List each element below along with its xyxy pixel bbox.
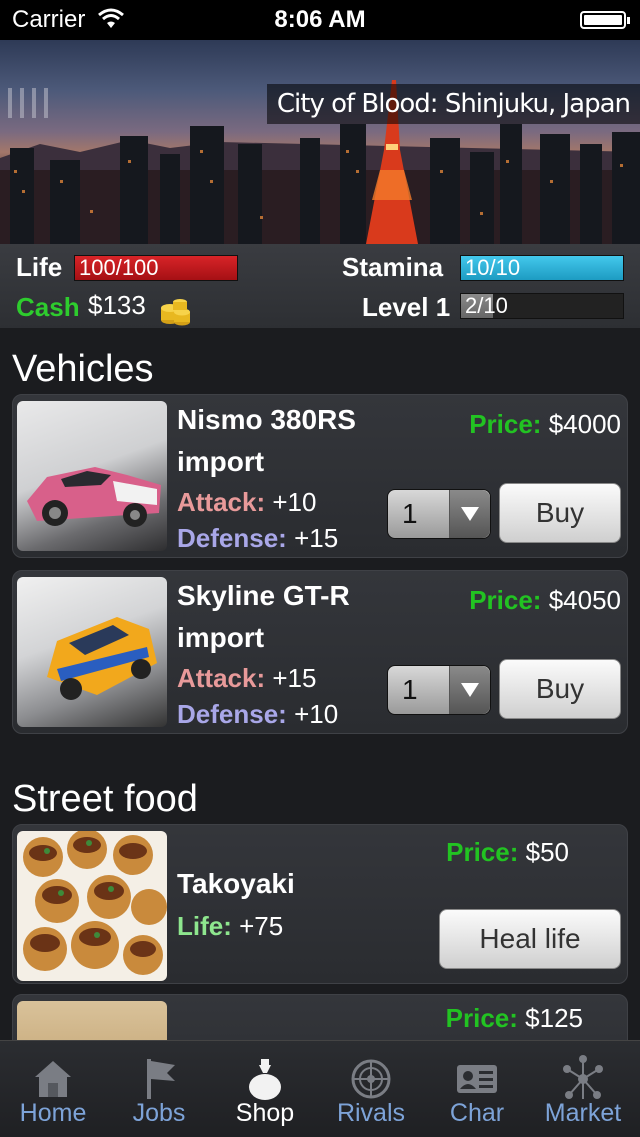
heal-life-button[interactable]: Heal life: [439, 909, 621, 969]
shop-item-card: Skyline GT-R import Attack: +15 Defense:…: [12, 570, 628, 734]
coins-icon: [161, 299, 190, 326]
money-bag-icon: [249, 1059, 281, 1100]
food-image: [17, 1001, 167, 1040]
stamina-value: 10/10: [465, 255, 521, 280]
price-label: Price: $4050: [469, 585, 621, 615]
section-title-street-food: Street food: [12, 778, 198, 820]
attack-stat: Attack: +15: [177, 663, 317, 693]
item-name: Takoyaki: [177, 868, 295, 899]
city-title: City of Blood: Shinjuku, Japan: [266, 84, 640, 124]
tab-home-label: Home: [19, 1099, 87, 1127]
buy-button[interactable]: Buy: [499, 483, 621, 543]
cash-value: $133: [88, 290, 146, 320]
tab-shop[interactable]: Shop: [212, 1041, 318, 1137]
flag-icon: [147, 1059, 175, 1099]
life-label: Life: [16, 252, 63, 282]
buy-button[interactable]: Buy: [499, 659, 621, 719]
network-icon: [563, 1055, 603, 1099]
clock: 8:06 AM: [274, 6, 366, 33]
tab-rivals-label: Rivals: [336, 1099, 406, 1127]
battery-icon: [580, 11, 630, 29]
skyline-car-image: [17, 577, 167, 727]
nismo-car-image: [17, 401, 167, 551]
life-bar: 100/100: [74, 255, 238, 281]
life-stat: Life: +75: [177, 911, 284, 941]
shop-item-card: Nismo 380RS import Attack: +10 Defense: …: [12, 394, 628, 558]
item-name: Skyline GT-R import: [177, 580, 350, 653]
quantity-select[interactable]: 1: [387, 489, 491, 539]
attack-stat: Attack: +10: [177, 487, 317, 517]
defense-stat: Defense: +10: [177, 699, 339, 729]
quantity-select[interactable]: 1: [387, 665, 491, 715]
tab-shop-label: Shop: [235, 1099, 295, 1127]
item-name: Nismo 380RS import: [177, 404, 356, 477]
city-banner: City of Blood: Shinjuku, Japan: [0, 40, 640, 244]
shop-item-card: Price: $125: [12, 994, 628, 1040]
tab-jobs-label: Jobs: [132, 1099, 186, 1127]
tab-bar: Home Jobs Shop Rivals Char Market: [0, 1040, 640, 1137]
price-label: Price: $4000: [469, 409, 621, 439]
status-bar: Carrier 8:06 AM: [0, 0, 640, 40]
life-value: 100/100: [79, 255, 159, 280]
takoyaki-image: [17, 831, 167, 981]
cash-label: Cash: [16, 292, 80, 322]
level-label: Level 1: [362, 292, 451, 322]
stamina-label: Stamina: [342, 252, 444, 282]
tab-market-label: Market: [544, 1099, 622, 1127]
tab-char[interactable]: Char: [424, 1041, 530, 1137]
stamina-bar: 10/10: [460, 255, 624, 281]
shop-item-card: Takoyaki Life: +75 Price: $50 Heal life: [12, 824, 628, 984]
shop-list[interactable]: Vehicles Nismo 380RS import Attack: +10 …: [0, 328, 640, 1040]
menu-grip-icon[interactable]: [8, 88, 54, 120]
price-label: Price: $50: [446, 837, 569, 867]
price-label: Price: $125: [445, 1003, 583, 1033]
tab-market[interactable]: Market: [530, 1041, 636, 1137]
tokyo-skyline-image: [0, 80, 640, 244]
chevron-down-icon: [449, 490, 490, 538]
radar-icon: [351, 1059, 391, 1099]
chevron-down-icon: [449, 666, 490, 714]
tab-char-label: Char: [449, 1099, 505, 1127]
level-bar: 2/10: [460, 293, 624, 319]
level-value: 2/10: [465, 293, 508, 318]
section-title-vehicles: Vehicles: [12, 348, 154, 390]
tab-jobs[interactable]: Jobs: [106, 1041, 212, 1137]
home-icon: [35, 1061, 71, 1097]
id-card-icon: [457, 1065, 497, 1093]
tab-home[interactable]: Home: [0, 1041, 106, 1137]
defense-stat: Defense: +15: [177, 523, 339, 553]
tab-rivals[interactable]: Rivals: [318, 1041, 424, 1137]
